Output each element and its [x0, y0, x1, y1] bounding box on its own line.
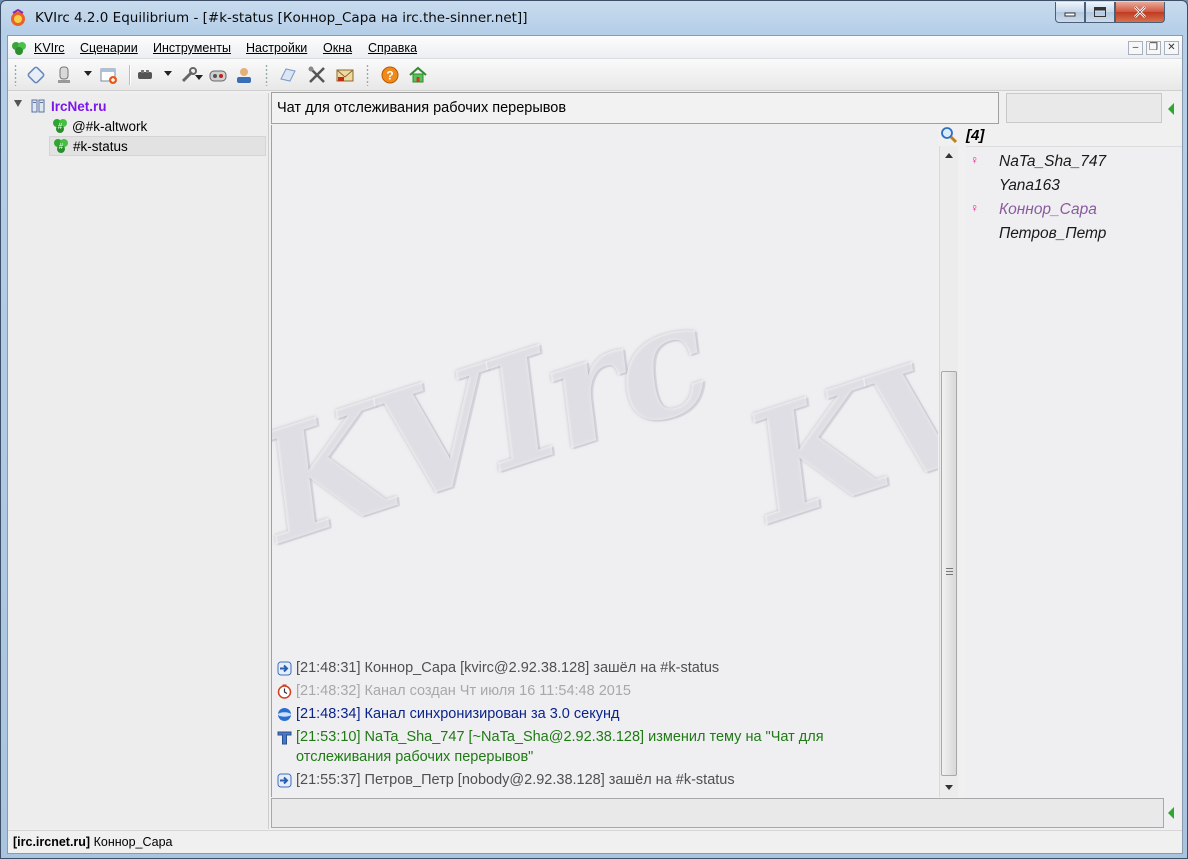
topic-text: Чат для отслеживания рабочих перерывов	[277, 100, 567, 116]
channel-icon: #	[52, 137, 70, 155]
user-list[interactable]: ♀ NaTa_Sha_747 Yana163 ♀ Коннор_Сара Пет…	[966, 146, 1182, 829]
mdi-restore-button[interactable]: ❐	[1146, 41, 1161, 55]
topic-bar[interactable]: Чат для отслеживания рабочих перерывов	[271, 92, 999, 124]
tree-channel-label: @#k-altwork	[72, 118, 148, 134]
home-icon[interactable]	[407, 64, 429, 86]
status-server: [irc.ircnet.ru]	[13, 835, 91, 849]
user-avatar-icon[interactable]	[233, 64, 255, 86]
chat-line: [21:48:34] Канал синхронизирован за 3.0 …	[277, 703, 927, 726]
female-gender-icon: ♀	[970, 153, 979, 167]
server-config-icon[interactable]	[53, 64, 75, 86]
user-count: [4]	[966, 127, 985, 144]
title-bar[interactable]: KVIrc 4.2.0 Equilibrium - [#k-status [Ко…	[1, 1, 1187, 35]
minimize-button[interactable]	[1055, 2, 1085, 23]
search-icon[interactable]	[940, 126, 960, 146]
client-area: KVIrc Сценарии Инструменты Настройки Окн…	[7, 35, 1183, 854]
close-button[interactable]	[1115, 2, 1165, 23]
menu-bar: KVIrc Сценарии Инструменты Настройки Окн…	[8, 36, 1182, 59]
window-tree-panel: IrcNet.ru # @#k-altwork # #k-status	[8, 93, 269, 829]
scroll-up-arrow-icon[interactable]	[945, 153, 953, 158]
mdi-close-button[interactable]: ✕	[1164, 41, 1179, 55]
menu-scripts[interactable]: Сценарии	[80, 41, 138, 55]
status-nick: Коннор_Сара	[93, 835, 173, 849]
scrollbar-thumb[interactable]	[941, 371, 957, 776]
svg-text:#: #	[58, 122, 63, 131]
server-icon	[30, 97, 48, 115]
tree-item-channel[interactable]: # @#k-altwork	[51, 116, 147, 136]
join-arrow-icon	[277, 773, 292, 788]
clock-icon	[277, 684, 292, 699]
toolbar-separator	[129, 65, 130, 85]
irc-tools-icon[interactable]	[135, 64, 157, 86]
tree-item-server[interactable]: IrcNet.ru	[30, 96, 107, 116]
toolbar-grip[interactable]	[14, 64, 17, 86]
chat-scrollbar[interactable]	[939, 146, 958, 797]
sync-sphere-icon	[277, 707, 292, 722]
toggle-userlist-arrow-icon[interactable]	[1168, 103, 1174, 115]
user-nick[interactable]: NaTa_Sha_747	[999, 153, 1106, 171]
menu-kvirc[interactable]: KVIrc	[34, 41, 65, 55]
mdi-minimize-button[interactable]: –	[1128, 41, 1143, 55]
tree-server-label: IrcNet.ru	[51, 98, 107, 114]
svg-text:#: #	[59, 142, 64, 151]
kvirc-app-icon[interactable]	[9, 8, 27, 27]
kvirc-menu-icon[interactable]	[11, 40, 27, 56]
chat-line: [21:48:32] Канал создан Чт июля 16 11:54…	[277, 680, 927, 703]
chat-messages: [21:48:31] Коннор_Сара [kvirc@2.92.38.12…	[277, 657, 927, 792]
kvirc-window: KVIrc 4.2.0 Equilibrium - [#k-status [Ко…	[0, 0, 1188, 859]
chat-line: [21:48:31] Коннор_Сара [kvirc@2.92.38.12…	[277, 657, 927, 680]
channel-list-icon[interactable]	[277, 64, 299, 86]
chat-line: [21:55:37] Петров_Петр [nobody@2.92.38.1…	[277, 769, 927, 792]
menu-settings[interactable]: Настройки	[246, 41, 307, 55]
connect-icon[interactable]	[25, 64, 47, 86]
kvirc-watermark: KVIrc	[725, 248, 938, 558]
status-text: [irc.ircnet.ru] Коннор_Сара	[13, 835, 173, 849]
toolbar: ?	[8, 59, 1182, 91]
tree-channel-label: #k-status	[73, 138, 128, 154]
chat-line: [21:53:10] NaTa_Sha_747 [~NaTa_Sha@2.92.…	[277, 726, 927, 769]
window-title: KVIrc 4.2.0 Equilibrium - [#k-status [Ко…	[35, 10, 528, 26]
chat-view[interactable]: KVIrc KVIrc [21:48:31] Коннор_Сара [kvir…	[271, 125, 938, 797]
topic-t-icon	[277, 730, 292, 745]
tree-expand-icon[interactable]	[14, 100, 22, 107]
help-icon[interactable]: ?	[379, 64, 401, 86]
maximize-button[interactable]	[1085, 2, 1115, 23]
channel-icon: #	[51, 117, 69, 135]
new-window-icon[interactable]	[98, 64, 120, 86]
identity-icon[interactable]	[207, 64, 229, 86]
user-nick-own[interactable]: Коннор_Сара	[999, 201, 1097, 219]
input-history-arrow-icon[interactable]	[1168, 807, 1174, 819]
settings-dropdown-arrow-icon[interactable]	[195, 75, 203, 80]
channel-mode-field[interactable]	[1006, 93, 1162, 123]
female-gender-icon: ♀	[970, 201, 979, 215]
scroll-down-arrow-icon[interactable]	[945, 785, 953, 790]
menu-help[interactable]: Справка	[368, 41, 417, 55]
toolbar-grip-3[interactable]	[366, 64, 369, 86]
message-input[interactable]	[271, 798, 1164, 828]
kvirc-watermark: KVIrc	[271, 268, 726, 578]
status-bar: [irc.ircnet.ru] Коннор_Сара	[8, 830, 1182, 853]
menu-windows[interactable]: Окна	[323, 41, 352, 55]
toolbar-grip-2[interactable]	[265, 64, 268, 86]
user-nick[interactable]: Петров_Петр	[999, 225, 1106, 243]
svg-text:?: ?	[386, 69, 393, 83]
userlist-header: [4]	[940, 126, 1182, 146]
menu-tools[interactable]: Инструменты	[153, 41, 231, 55]
tree-item-channel-selected[interactable]: # #k-status	[49, 136, 266, 156]
server-dropdown-arrow-icon[interactable]	[84, 71, 92, 76]
tools-crossed-icon[interactable]	[306, 64, 328, 86]
thumb-grip	[946, 568, 953, 576]
join-arrow-icon	[277, 661, 292, 676]
user-nick[interactable]: Yana163	[999, 177, 1060, 195]
irc-tools-dropdown-arrow-icon[interactable]	[164, 71, 172, 76]
mail-icon[interactable]	[334, 64, 356, 86]
